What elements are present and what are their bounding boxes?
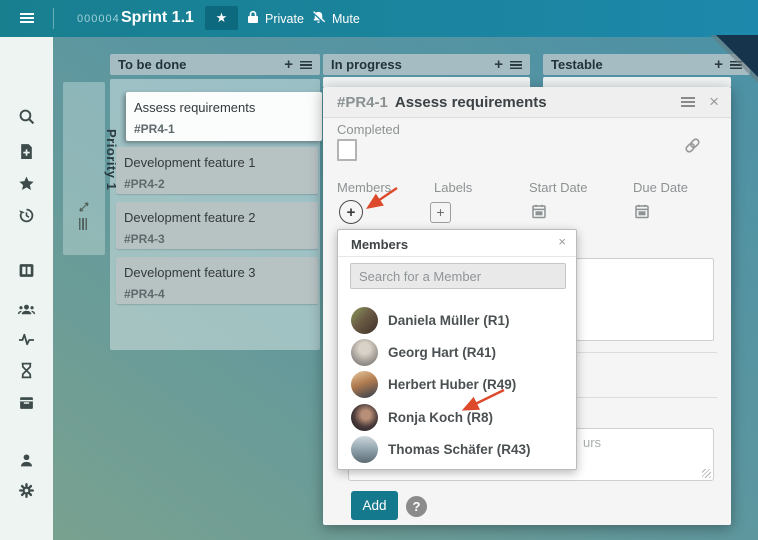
column-header-testable: Testable + [543, 54, 750, 75]
card-ref: #PR4-4 [124, 287, 165, 301]
member-list-item[interactable]: Daniela Müller (R1) [338, 304, 576, 336]
column-menu-icon[interactable] [510, 60, 522, 69]
board-number: 000004 [77, 13, 120, 25]
hourglass-icon[interactable] [18, 362, 35, 379]
mute-toggle[interactable]: Mute [311, 0, 360, 37]
add-document-icon[interactable] [18, 143, 35, 160]
labels-field-label: Labels [434, 180, 473, 195]
collapse-swimlane-icon[interactable] [78, 200, 90, 212]
card-ref: #PR4-3 [124, 232, 165, 246]
task-ref: #PR4-1 [337, 93, 388, 111]
member-name: Herbert Huber (R49) [388, 377, 517, 393]
swimlane-priority-1: Priority 1 [63, 82, 119, 255]
completed-checkbox[interactable] [337, 139, 357, 161]
star-icon[interactable] [18, 175, 35, 192]
avatar [351, 306, 378, 334]
users-icon[interactable] [18, 301, 35, 318]
drag-handle-icon[interactable] [79, 218, 87, 230]
card-title: Development feature 3 [124, 265, 256, 280]
add-task-icon[interactable]: + [707, 54, 730, 75]
card-title: Development feature 2 [124, 210, 256, 225]
board-title: Sprint 1.1 [121, 9, 194, 26]
archive-icon[interactable] [18, 394, 35, 411]
column-header-to-be-done: To be done + [110, 54, 320, 75]
close-icon[interactable]: × [558, 234, 566, 249]
member-list-item[interactable]: Georg Hart (R41) [338, 336, 576, 368]
column-body-testable [543, 77, 731, 87]
avatar [351, 371, 378, 399]
avatar [351, 403, 378, 431]
history-icon[interactable] [18, 207, 35, 224]
user-icon[interactable] [18, 452, 35, 469]
lock-icon [247, 10, 259, 27]
settings-icon[interactable] [18, 482, 35, 499]
add-label-button[interactable]: + [430, 202, 451, 223]
due-date-calendar-icon[interactable] [634, 203, 650, 219]
task-title: Assess requirements [394, 93, 547, 111]
add-member-button[interactable]: + [339, 200, 363, 224]
comment-placeholder-fragment: urs [583, 435, 602, 450]
help-icon[interactable]: ? [406, 496, 427, 517]
modal-header: #PR4-1 Assess requirements × [323, 87, 731, 118]
member-list: Daniela Müller (R1) Georg Hart (R41) Her… [338, 304, 576, 466]
card-title: Development feature 1 [124, 155, 256, 170]
kanban-app: 000004 Sprint 1.1 ★ Private Mute To be d… [0, 0, 758, 540]
task-menu-icon[interactable] [681, 97, 696, 107]
card-ref: #PR4-1 [134, 122, 175, 136]
add-task-icon[interactable]: + [277, 54, 300, 75]
activity-icon[interactable] [18, 331, 35, 348]
member-name: Thomas Schäfer (R43) [388, 442, 531, 458]
member-list-item[interactable]: Thomas Schäfer (R43) [338, 434, 576, 466]
task-card[interactable]: Development feature 2 #PR4-3 [116, 202, 318, 249]
column-menu-icon[interactable] [300, 60, 312, 69]
add-task-icon[interactable]: + [487, 54, 510, 75]
board-columns-icon[interactable] [18, 262, 35, 279]
left-sidebar [0, 37, 53, 540]
start-date-field-label: Start Date [529, 180, 588, 195]
column-title: To be done [118, 57, 187, 72]
column-title: Testable [551, 57, 603, 72]
due-date-field-label: Due Date [633, 180, 688, 195]
members-popover: Members × Daniela Müller (R1) Georg Hart… [337, 229, 577, 470]
link-icon[interactable] [680, 133, 704, 157]
member-name: Daniela Müller (R1) [388, 312, 510, 328]
topbar-divider [53, 8, 54, 29]
popover-divider [338, 256, 576, 257]
completed-label: Completed [337, 122, 400, 137]
search-icon[interactable] [18, 108, 35, 125]
start-date-calendar-icon[interactable] [531, 203, 547, 219]
member-search-input[interactable] [350, 263, 566, 289]
task-card[interactable]: Development feature 1 #PR4-2 [116, 147, 318, 194]
mute-label: Mute [332, 11, 360, 26]
column-header-in-progress: In progress + [323, 54, 530, 75]
card-title: Assess requirements [134, 100, 256, 115]
resize-handle[interactable] [702, 469, 711, 478]
top-bar: 000004 Sprint 1.1 ★ Private Mute [0, 0, 758, 37]
member-list-item[interactable]: Herbert Huber (R49) [338, 369, 576, 401]
task-card[interactable]: Assess requirements #PR4-1 [126, 92, 322, 141]
member-name: Georg Hart (R41) [388, 345, 497, 361]
column-title: In progress [331, 57, 402, 72]
task-card[interactable]: Development feature 3 #PR4-4 [116, 257, 318, 304]
bell-off-icon [311, 10, 326, 28]
privacy-status[interactable]: Private [247, 0, 304, 37]
card-ref: #PR4-2 [124, 177, 165, 191]
member-name: Ronja Koch (R8) [388, 409, 494, 425]
swimlane-label: Priority 1 [104, 128, 119, 191]
avatar [351, 436, 378, 464]
avatar [351, 339, 378, 367]
favorite-star-button[interactable]: ★ [205, 6, 238, 30]
member-list-item[interactable]: Ronja Koch (R8) [338, 401, 576, 433]
close-icon[interactable]: × [709, 87, 719, 117]
popover-title: Members [351, 237, 409, 252]
column-body-in-progress [323, 77, 530, 87]
members-field-label: Members [337, 180, 392, 195]
add-button[interactable]: Add [351, 491, 398, 520]
hamburger-menu-icon[interactable] [20, 13, 34, 23]
privacy-label: Private [265, 11, 304, 26]
